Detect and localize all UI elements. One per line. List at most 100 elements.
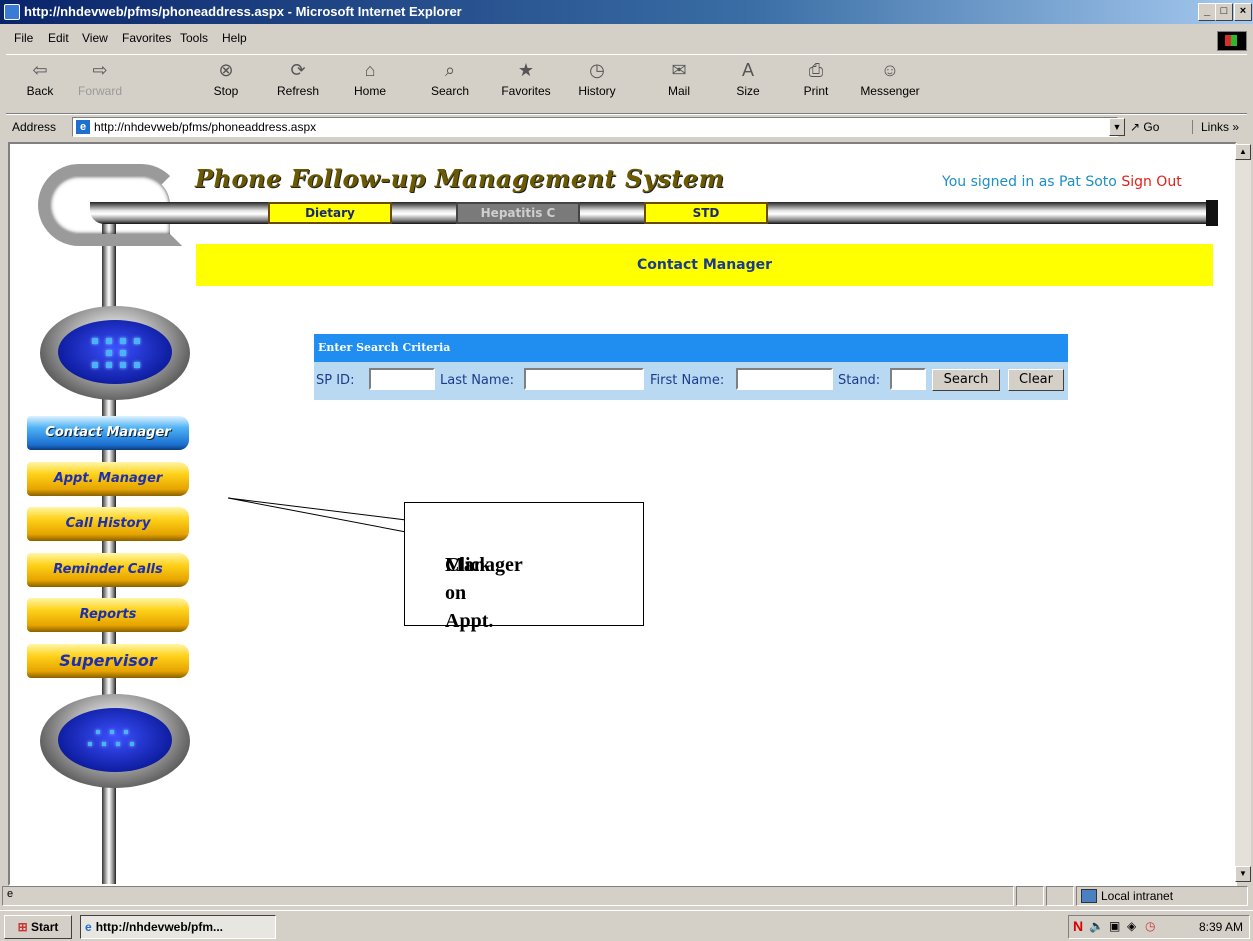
- tab-std[interactable]: STD: [644, 202, 768, 224]
- zone-pane: Local intranet: [1076, 886, 1248, 906]
- mail-label: Mail: [667, 84, 690, 98]
- close-button[interactable]: ×: [1234, 3, 1252, 21]
- sidebar-item-reports[interactable]: Reports: [27, 598, 189, 632]
- messenger-icon: ☺: [880, 60, 900, 80]
- go-label: Go: [1143, 120, 1160, 134]
- refresh-icon: ⟳: [290, 60, 306, 80]
- search-icon: ⌕: [444, 60, 456, 80]
- minimize-button[interactable]: _: [1198, 3, 1216, 21]
- page-icon: e: [76, 120, 90, 134]
- forward-label: Forward: [77, 84, 122, 98]
- sp-id-input[interactable]: [369, 368, 435, 390]
- system-tray: N 🔈 ▣ ◈ ◷ 8:39 AM: [1068, 915, 1250, 939]
- last-name-label: Last Name:: [440, 373, 514, 388]
- search-button[interactable]: ⌕ Search: [422, 57, 478, 98]
- page-banner: Contact Manager: [196, 244, 1213, 286]
- decorative-pipe-end: [1206, 200, 1218, 226]
- address-input[interactable]: e http://nhdevweb/pfms/phoneaddress.aspx: [72, 117, 1118, 137]
- font-size-icon: A: [741, 60, 754, 80]
- address-label: Address: [12, 120, 57, 134]
- tab-hepatitis-c[interactable]: Hepatitis C: [456, 202, 580, 224]
- network-icon[interactable]: ▣: [1109, 919, 1120, 933]
- menu-help[interactable]: Help: [222, 31, 247, 45]
- callout-box: Click on Appt. Manager: [404, 502, 644, 632]
- scroll-down-button[interactable]: ▼: [1235, 866, 1251, 882]
- size-button[interactable]: A Size: [720, 57, 776, 98]
- go-button[interactable]: ↗ Go: [1130, 120, 1159, 134]
- sidebar-item-appt-manager[interactable]: Appt. Manager: [27, 462, 189, 496]
- norton-icon[interactable]: N: [1073, 918, 1083, 934]
- window-title-bar[interactable]: http://nhdevweb/pfms/phoneaddress.aspx -…: [0, 0, 1253, 24]
- go-arrow-icon: ↗: [1130, 120, 1141, 134]
- search-label: Search: [430, 84, 470, 98]
- sidebar-item-supervisor[interactable]: Supervisor: [27, 644, 189, 678]
- stop-button[interactable]: ⊗ Stop: [198, 57, 254, 98]
- scroll-up-button[interactable]: ▲: [1235, 144, 1251, 160]
- vertical-scrollbar[interactable]: ▲ ▼: [1235, 144, 1251, 882]
- mail-button[interactable]: ✉ Mail: [651, 57, 707, 98]
- links-button[interactable]: Links »: [1192, 120, 1239, 134]
- print-button[interactable]: ⎙ Print: [788, 57, 844, 98]
- ie-logo-icon: [4, 4, 20, 20]
- stand-input[interactable]: [890, 368, 926, 390]
- refresh-button[interactable]: ⟳ Refresh: [270, 57, 326, 98]
- messenger-button[interactable]: ☺ Messenger: [854, 57, 926, 98]
- home-icon: ⌂: [364, 60, 376, 80]
- sidebar-item-contact-manager[interactable]: Contact Manager: [27, 416, 189, 450]
- sidebar-item-reminder-calls[interactable]: Reminder Calls: [27, 553, 189, 587]
- address-bar: Address e http://nhdevweb/pfms/phoneaddre…: [6, 114, 1247, 139]
- orb-dots: [58, 708, 172, 772]
- first-name-input[interactable]: [736, 368, 833, 390]
- sign-out-link[interactable]: Sign Out: [1121, 174, 1181, 190]
- forward-arrow-icon: ⇨: [92, 60, 108, 80]
- taskbar: ⊞ Start e http://nhdevweb/pfm... N 🔈 ▣ ◈ …: [0, 910, 1253, 941]
- stand-label: Stand:: [838, 373, 881, 388]
- search-submit-button[interactable]: Search: [932, 369, 1000, 391]
- menu-edit[interactable]: Edit: [48, 31, 69, 45]
- clock-tray-icon[interactable]: ◷: [1145, 919, 1155, 933]
- menu-view[interactable]: View: [82, 31, 108, 45]
- address-dropdown-button[interactable]: ▼: [1109, 118, 1125, 136]
- decorative-orb-bottom: [40, 694, 190, 788]
- sidebar-item-call-history[interactable]: Call History: [27, 507, 189, 541]
- sp-id-label: SP ID:: [316, 373, 355, 388]
- page-status-icon: e: [7, 888, 14, 900]
- ie-task-icon: e: [85, 920, 92, 934]
- start-button[interactable]: ⊞ Start: [4, 915, 72, 939]
- orb-dots: [58, 320, 172, 384]
- stop-icon: ⊗: [218, 60, 234, 80]
- print-icon: ⎙: [808, 60, 824, 80]
- menu-favorites[interactable]: Favorites: [122, 31, 171, 45]
- address-url: http://nhdevweb/pfms/phoneaddress.aspx: [94, 120, 317, 134]
- search-panel-header: Enter Search Criteria: [314, 334, 1068, 362]
- maximize-button[interactable]: □: [1215, 3, 1233, 21]
- favorites-icon: ★: [517, 60, 535, 80]
- home-button[interactable]: ⌂ Home: [342, 57, 398, 98]
- toolbar: ⇦ Back ⇨ Forward ⊗ Stop ⟳ Refresh ⌂ Home ⌕ Sea…: [6, 54, 1247, 114]
- forward-button[interactable]: ⇨ Forward: [72, 57, 128, 98]
- status-bar: e Local intranet: [0, 884, 1253, 908]
- menu-tools[interactable]: Tools: [180, 31, 208, 45]
- orb-inner: [58, 708, 172, 772]
- clear-button[interactable]: Clear: [1008, 369, 1064, 391]
- zone-label: Local intranet: [1101, 889, 1174, 903]
- taskbar-item-ie[interactable]: e http://nhdevweb/pfm...: [80, 915, 276, 939]
- taskbar-item-label: http://nhdevweb/pfm...: [95, 920, 224, 934]
- menu-bar: File Edit View Favorites Tools Help: [0, 27, 1253, 51]
- tab-dietary[interactable]: Dietary: [268, 202, 392, 224]
- messenger-label: Messenger: [860, 84, 920, 98]
- window-title: http://nhdevweb/pfms/phoneaddress.aspx -…: [24, 4, 462, 19]
- signed-in-info: You signed in as Pat Soto Sign Out: [942, 174, 1182, 190]
- clock[interactable]: 8:39 AM: [1199, 920, 1243, 934]
- refresh-label: Refresh: [276, 84, 320, 98]
- history-button[interactable]: ◷ History: [569, 57, 625, 98]
- menu-file[interactable]: File: [14, 31, 33, 45]
- tray-icon[interactable]: ◈: [1127, 919, 1136, 933]
- back-button[interactable]: ⇦ Back: [12, 57, 68, 98]
- size-label: Size: [736, 84, 760, 98]
- volume-icon[interactable]: 🔈: [1089, 919, 1104, 933]
- status-pane-main: e: [2, 886, 1014, 906]
- last-name-input[interactable]: [524, 368, 644, 390]
- favorites-button[interactable]: ★ Favorites: [498, 57, 554, 98]
- history-icon: ◷: [589, 60, 605, 80]
